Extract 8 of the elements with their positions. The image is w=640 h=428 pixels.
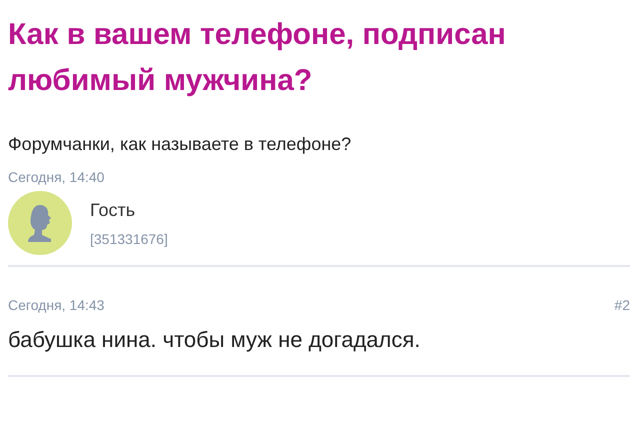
- reply-text: бабушка нина. чтобы муж не догадался.: [8, 327, 422, 353]
- author-name[interactable]: Гость: [90, 200, 168, 220]
- topic-title: Как в вашем телефоне, подписан любимый мужчина?: [8, 17, 507, 99]
- silhouette-icon: [27, 204, 53, 242]
- post-time: Сегодня, 14:40: [8, 169, 106, 185]
- author-id: [351331676]: [90, 230, 168, 246]
- topic-text: Форумчанки, как называете в телефоне?: [8, 134, 352, 155]
- reply-time: Сегодня, 14:43: [8, 297, 104, 313]
